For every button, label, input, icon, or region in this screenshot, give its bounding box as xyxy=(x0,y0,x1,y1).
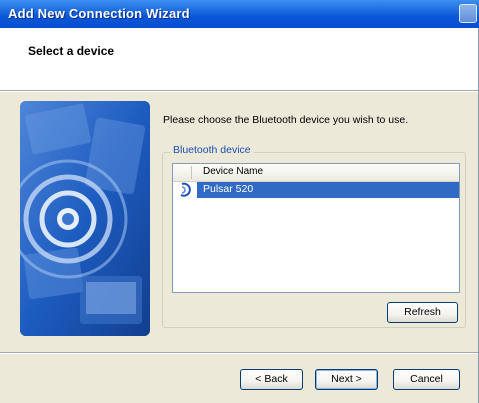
wizard-window: Add New Connection Wizard Select a devic… xyxy=(0,0,479,403)
refresh-button[interactable]: Refresh xyxy=(387,302,458,323)
next-button[interactable]: Next > xyxy=(315,369,378,390)
list-item[interactable]: Pulsar 520 xyxy=(173,182,459,198)
bluetooth-wizard-illustration xyxy=(20,101,150,336)
wizard-header: Select a device xyxy=(0,28,478,91)
cancel-button[interactable]: Cancel xyxy=(393,369,460,390)
footer-divider-highlight xyxy=(0,353,478,354)
close-icon[interactable] xyxy=(459,4,477,23)
device-name: Pulsar 520 xyxy=(203,183,254,195)
column-header-device-name[interactable]: Device Name xyxy=(203,166,263,177)
title-bar[interactable]: Add New Connection Wizard xyxy=(0,0,479,28)
window-title: Add New Connection Wizard xyxy=(8,6,190,21)
list-header: Device Name xyxy=(173,164,459,182)
instruction-text: Please choose the Bluetooth device you w… xyxy=(163,114,409,126)
group-label: Bluetooth device xyxy=(170,144,254,156)
device-list[interactable]: Device Name Pulsar 520 xyxy=(172,163,460,293)
column-divider xyxy=(191,166,192,179)
back-button[interactable]: < Back xyxy=(240,369,303,390)
page-title: Select a device xyxy=(28,44,115,58)
bluetooth-device-icon xyxy=(176,182,192,198)
header-divider xyxy=(0,91,478,92)
